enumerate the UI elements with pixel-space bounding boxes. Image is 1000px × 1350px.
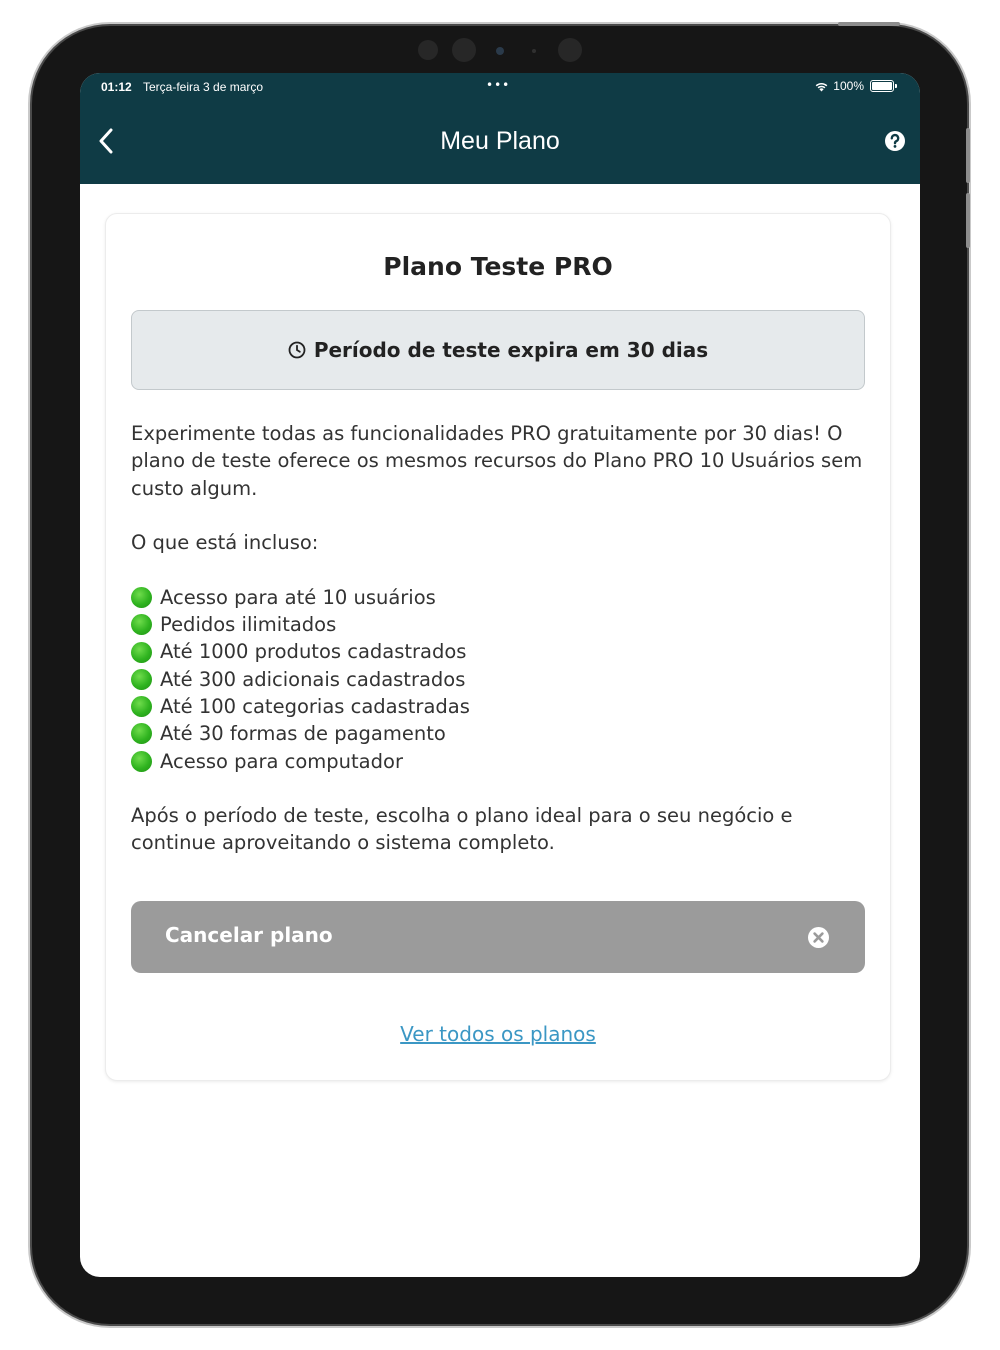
feature-label: Acesso para computador (160, 749, 403, 773)
plan-description: Experimente todas as funcionalidades PRO… (131, 420, 871, 857)
feature-item: Até 300 adicionais cadastrados (131, 666, 871, 693)
feature-item: Acesso para computador (131, 748, 871, 775)
close-circle-icon (808, 927, 829, 948)
green-circle-icon (131, 586, 152, 608)
green-circle-icon (131, 641, 152, 663)
battery-icon (870, 80, 897, 92)
trial-notice-text: Período de teste expira em 30 dias (313, 338, 709, 362)
sensor (532, 49, 536, 53)
clock-icon (288, 341, 306, 359)
plan-name: Plano Teste PRO (383, 252, 613, 281)
green-circle-icon (131, 723, 152, 745)
feature-label: Até 100 categorias cadastradas (160, 694, 470, 718)
wifi-icon (815, 82, 828, 91)
question-circle-icon (885, 131, 905, 151)
trial-notice: Período de teste expira em 30 dias (131, 310, 865, 390)
feature-item: Até 100 categorias cadastradas (131, 693, 871, 720)
top-button (838, 22, 900, 26)
feature-label: Pedidos ilimitados (160, 613, 337, 637)
green-circle-icon (131, 668, 152, 690)
status-right: 100% (814, 79, 897, 93)
plan-card: Plano Teste PRO Período de teste expira … (105, 213, 891, 1081)
green-circle-icon (131, 696, 152, 718)
status-time: 01:12 (101, 80, 132, 94)
included-heading: O que está incluso: (131, 531, 319, 555)
sensor (418, 40, 438, 60)
multitasking-dots[interactable]: ••• (486, 78, 510, 92)
help-button[interactable] (884, 130, 906, 152)
feature-label: Acesso para até 10 usuários (160, 585, 436, 609)
page-title: Meu Plano (440, 127, 560, 155)
status-date: Terça-feira 3 de março (143, 80, 264, 94)
app-screen: 01:12 Terça-feira 3 de março ••• 100% Me… (80, 73, 920, 1277)
volume-down-button (966, 193, 970, 248)
footer-text: Após o período de teste, escolha o plano… (131, 804, 793, 855)
battery-percent: 100% (833, 79, 864, 93)
description-text: Experimente todas as funcionalidades PRO… (131, 422, 863, 500)
sensor (558, 38, 582, 62)
camera-lens (496, 47, 504, 55)
green-circle-icon (131, 614, 152, 636)
feature-label: Até 1000 produtos cadastrados (160, 640, 467, 664)
green-circle-icon (131, 750, 152, 772)
volume-up-button (966, 128, 970, 183)
feature-label: Até 300 adicionais cadastrados (160, 667, 466, 691)
cancel-plan-button[interactable]: Cancelar plano (131, 901, 865, 973)
feature-item: Acesso para até 10 usuários (131, 584, 871, 611)
feature-item: Até 1000 produtos cadastrados (131, 638, 871, 665)
cancel-plan-label: Cancelar plano (165, 923, 333, 947)
app-header: 01:12 Terça-feira 3 de março ••• 100% Me… (80, 73, 920, 184)
feature-item: Pedidos ilimitados (131, 611, 871, 638)
feature-item: Até 30 formas de pagamento (131, 720, 871, 747)
sensor (452, 38, 476, 62)
view-all-plans-link[interactable]: Ver todos os planos (106, 1022, 890, 1046)
feature-label: Até 30 formas de pagamento (160, 722, 446, 746)
